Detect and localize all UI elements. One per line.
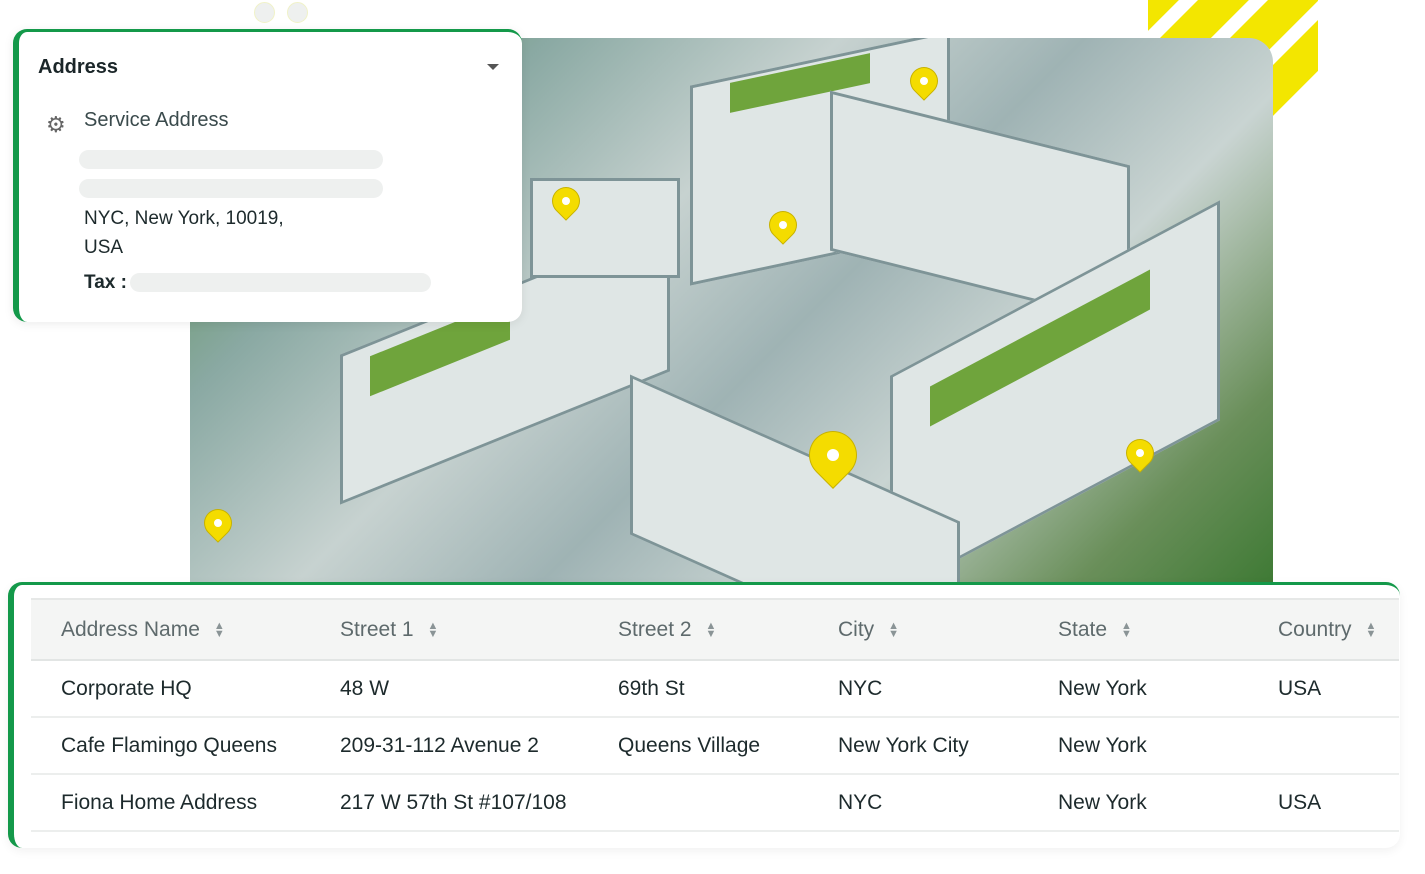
carousel-dot[interactable] [254, 2, 275, 23]
sort-icon: ▲ ▼ [1121, 619, 1132, 640]
cell-state: New York [1058, 676, 1147, 700]
cell-street-1: 48 W [340, 676, 390, 700]
location-pin-icon[interactable] [199, 504, 237, 542]
column-header-city[interactable]: City ▲ ▼ [838, 618, 900, 642]
column-header-state[interactable]: State ▲ ▼ [1058, 618, 1132, 642]
sort-icon: ▲ ▼ [888, 619, 900, 640]
table-row[interactable]: Cafe Flamingo Queens 209-31-112 Avenue 2… [31, 718, 1399, 775]
cell-state: New York [1058, 790, 1147, 814]
chevron-down-icon[interactable] [487, 64, 499, 70]
cell-street-2: Queens Village [618, 733, 761, 757]
cell-address-name: Cafe Flamingo Queens [61, 733, 277, 757]
sort-icon: ▲ ▼ [427, 619, 439, 640]
cell-address-name: Fiona Home Address [61, 790, 258, 814]
address-city-line: NYC, New York, 10019, [84, 208, 284, 229]
sort-icon: ▲ ▼ [1365, 619, 1377, 640]
cell-city: NYC [838, 790, 883, 814]
gear-icon: ⚙ [46, 112, 66, 137]
redacted-line [79, 150, 383, 169]
service-address-label: Service Address [84, 109, 229, 131]
cell-street-1: 209-31-112 Avenue 2 [340, 733, 539, 757]
table-header: Address Name ▲ ▼ Street 1 ▲ ▼ Street 2 ▲ ▼ Cit… [31, 598, 1399, 661]
carousel-dots [254, 2, 308, 23]
cell-state: New York [1058, 733, 1147, 757]
redacted-line [79, 179, 383, 198]
column-header-address-name[interactable]: Address Name ▲ ▼ [61, 618, 225, 642]
column-header-street-2[interactable]: Street 2 ▲ ▼ [618, 618, 716, 642]
cell-city: New York City [838, 733, 969, 757]
table-row[interactable]: Corporate HQ 48 W 69th St NYC New York U… [31, 661, 1399, 718]
table-row[interactable]: Fiona Home Address 217 W 57th St #107/10… [31, 775, 1399, 832]
tax-label: Tax : [84, 272, 127, 293]
cell-country: USA [1278, 790, 1322, 814]
cell-country: USA [1278, 676, 1322, 700]
address-table: Address Name ▲ ▼ Street 1 ▲ ▼ Street 2 ▲ ▼ Cit… [8, 582, 1400, 848]
carousel-dot[interactable] [287, 2, 308, 23]
address-card: Address ⚙ Service Address NYC, New York,… [13, 29, 522, 322]
sort-icon: ▲ ▼ [213, 619, 225, 640]
address-country-line: USA [84, 237, 124, 258]
cell-address-name: Corporate HQ [61, 676, 192, 700]
redacted-tax [130, 273, 431, 292]
cell-street-1: 217 W 57th St #107/108 [340, 790, 567, 814]
cell-city: NYC [838, 676, 883, 700]
column-header-country[interactable]: Country ▲ ▼ [1278, 618, 1376, 642]
sort-icon: ▲ ▼ [705, 619, 717, 640]
address-card-title: Address [38, 56, 119, 78]
cell-street-2: 69th St [618, 676, 685, 700]
column-header-street-1[interactable]: Street 1 ▲ ▼ [340, 618, 438, 642]
